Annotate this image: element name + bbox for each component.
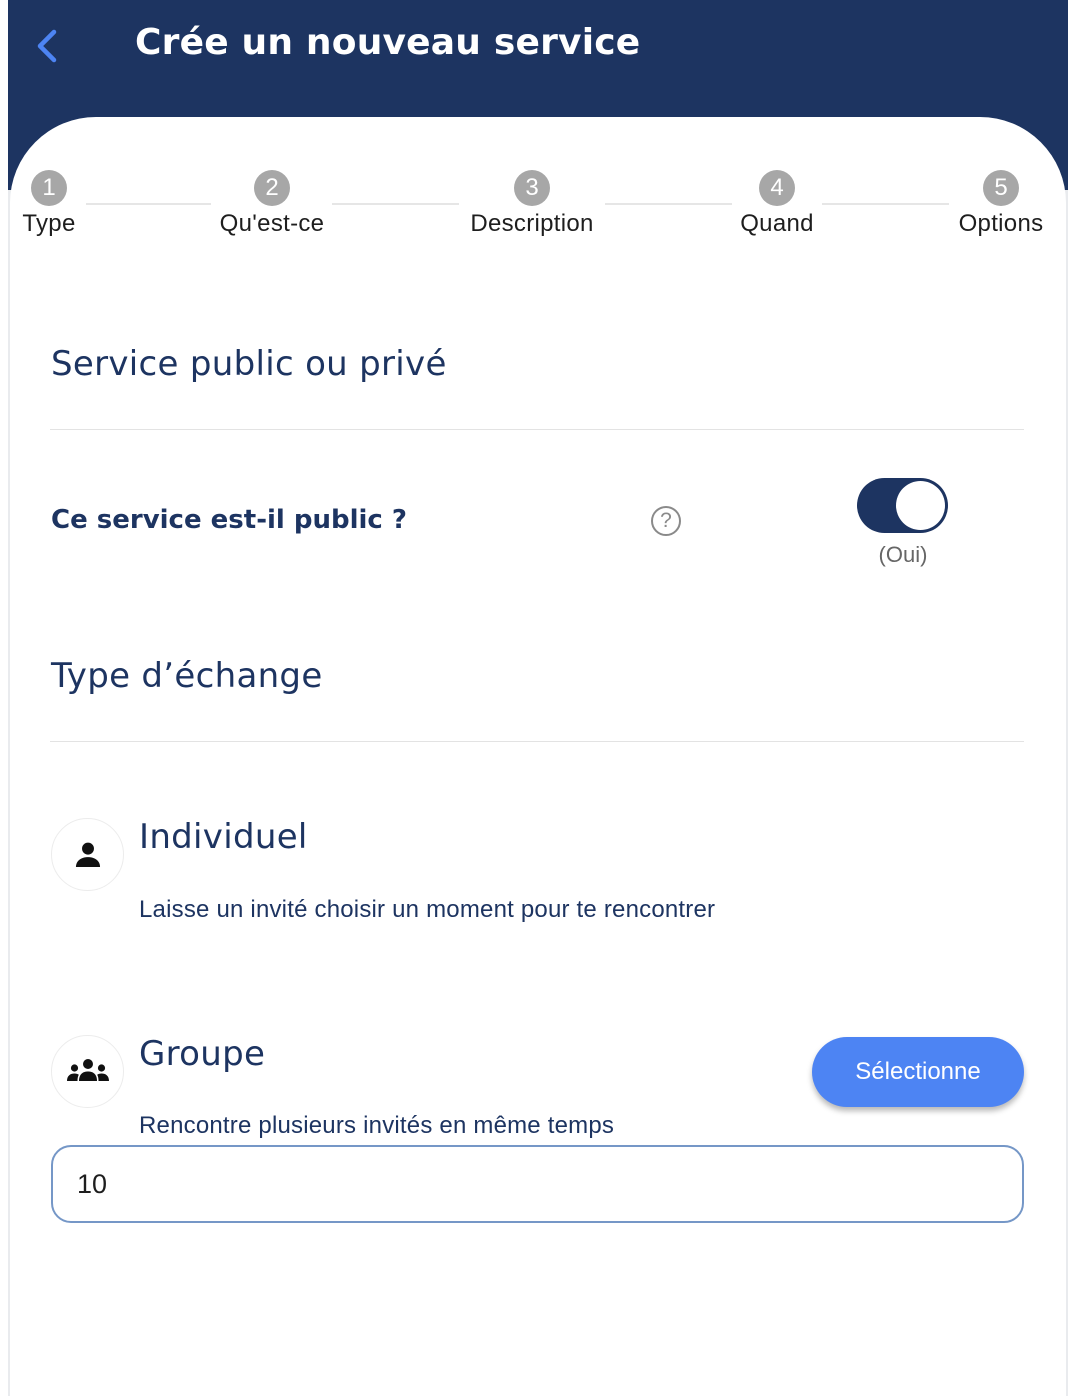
group-capacity-input[interactable]: [51, 1145, 1024, 1223]
option-title-groupe: Groupe: [139, 1034, 266, 1074]
step-label: Quand: [740, 210, 814, 237]
step-label: Options: [958, 210, 1044, 237]
step-number: 4: [759, 170, 795, 206]
help-circle-icon[interactable]: ?: [651, 506, 681, 536]
toggle-knob: [896, 481, 945, 530]
step-label: Type: [22, 210, 76, 237]
public-question-label: Ce service est-il public ?: [51, 505, 407, 535]
step-label: Description: [470, 210, 594, 237]
section-title-visibility: Service public ou privé: [51, 344, 447, 384]
step-label: Qu'est-ce: [219, 210, 325, 237]
step-number: 5: [983, 170, 1019, 206]
chevron-left-icon: [37, 29, 57, 63]
step-type[interactable]: 1 Type: [0, 170, 129, 238]
step-description[interactable]: 3 Description: [452, 170, 612, 238]
person-icon: [75, 842, 100, 867]
option-description-individuel: Laisse un invité choisir un moment pour …: [139, 896, 716, 923]
step-number: 2: [254, 170, 290, 206]
group-icon: [66, 1058, 109, 1081]
select-group-button[interactable]: Sélectionne: [812, 1037, 1024, 1107]
back-button[interactable]: [30, 24, 70, 68]
step-number: 1: [31, 170, 67, 206]
public-toggle[interactable]: [857, 478, 948, 533]
divider: [50, 741, 1024, 742]
step-options[interactable]: 5 Options: [921, 170, 1080, 238]
option-title-individuel: Individuel: [139, 817, 308, 857]
page-title: Crée un nouveau service: [135, 22, 641, 63]
step-quest-ce[interactable]: 2 Qu'est-ce: [192, 170, 352, 238]
step-quand[interactable]: 4 Quand: [697, 170, 857, 238]
option-description-groupe: Rencontre plusieurs invités en même temp…: [139, 1112, 615, 1139]
step-number: 3: [514, 170, 550, 206]
group-avatar: [51, 1035, 124, 1108]
divider: [50, 429, 1024, 430]
individual-avatar: [51, 818, 124, 891]
section-title-exchange: Type d’échange: [51, 656, 323, 696]
toggle-state-label: (Oui): [878, 542, 928, 567]
